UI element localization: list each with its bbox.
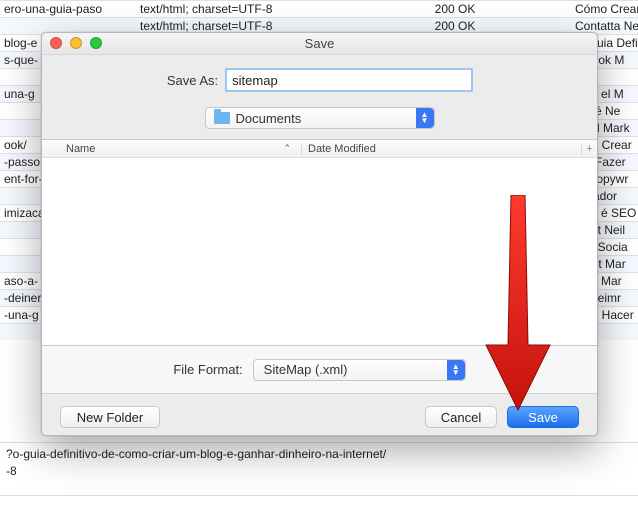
dialog-title: Save bbox=[305, 36, 335, 51]
table-row: ero-una-guia-pasotext/html; charset=UTF-… bbox=[0, 0, 638, 17]
save-as-row: Save As: bbox=[42, 55, 597, 101]
save-dialog: Save Save As: Documents ▲▼ Name ⌃ Date M… bbox=[41, 32, 598, 436]
zoom-icon[interactable] bbox=[90, 37, 102, 49]
column-name[interactable]: Name ⌃ bbox=[62, 143, 301, 155]
bg-detail-line2: -8 bbox=[6, 463, 632, 480]
new-folder-button[interactable]: New Folder bbox=[60, 406, 160, 428]
file-format-value: SiteMap (.xml) bbox=[264, 362, 348, 377]
bg-detail-line1: ?o-guia-definitivo-de-como-criar-um-blog… bbox=[6, 446, 632, 463]
file-format-select[interactable]: SiteMap (.xml) ▲▼ bbox=[253, 359, 466, 381]
column-add-icon[interactable]: + bbox=[581, 143, 597, 155]
file-format-label: File Format: bbox=[173, 362, 242, 377]
window-controls bbox=[50, 37, 102, 49]
chevron-updown-icon: ▲▼ bbox=[416, 108, 434, 128]
save-as-input[interactable] bbox=[226, 69, 472, 91]
titlebar: Save bbox=[42, 33, 597, 55]
cancel-button[interactable]: Cancel bbox=[425, 406, 497, 428]
sort-ascending-icon: ⌃ bbox=[283, 143, 291, 154]
folder-select-value: Documents bbox=[236, 111, 302, 126]
background-detail: ?o-guia-definitivo-de-como-criar-um-blog… bbox=[0, 442, 638, 496]
folder-select[interactable]: Documents ▲▼ bbox=[205, 107, 435, 129]
column-date-modified[interactable]: Date Modified bbox=[301, 143, 581, 155]
format-row: File Format: SiteMap (.xml) ▲▼ bbox=[42, 346, 597, 394]
close-icon[interactable] bbox=[50, 37, 62, 49]
save-as-label: Save As: bbox=[167, 73, 218, 88]
button-row: New Folder Cancel Save bbox=[42, 394, 597, 428]
minimize-icon[interactable] bbox=[70, 37, 82, 49]
folder-icon bbox=[214, 112, 230, 124]
folder-row: Documents ▲▼ bbox=[42, 101, 597, 139]
chevron-updown-icon: ▲▼ bbox=[447, 360, 465, 380]
file-list-header: Name ⌃ Date Modified + bbox=[42, 140, 597, 158]
file-list[interactable]: Name ⌃ Date Modified + bbox=[42, 139, 597, 346]
save-button[interactable]: Save bbox=[507, 406, 579, 428]
